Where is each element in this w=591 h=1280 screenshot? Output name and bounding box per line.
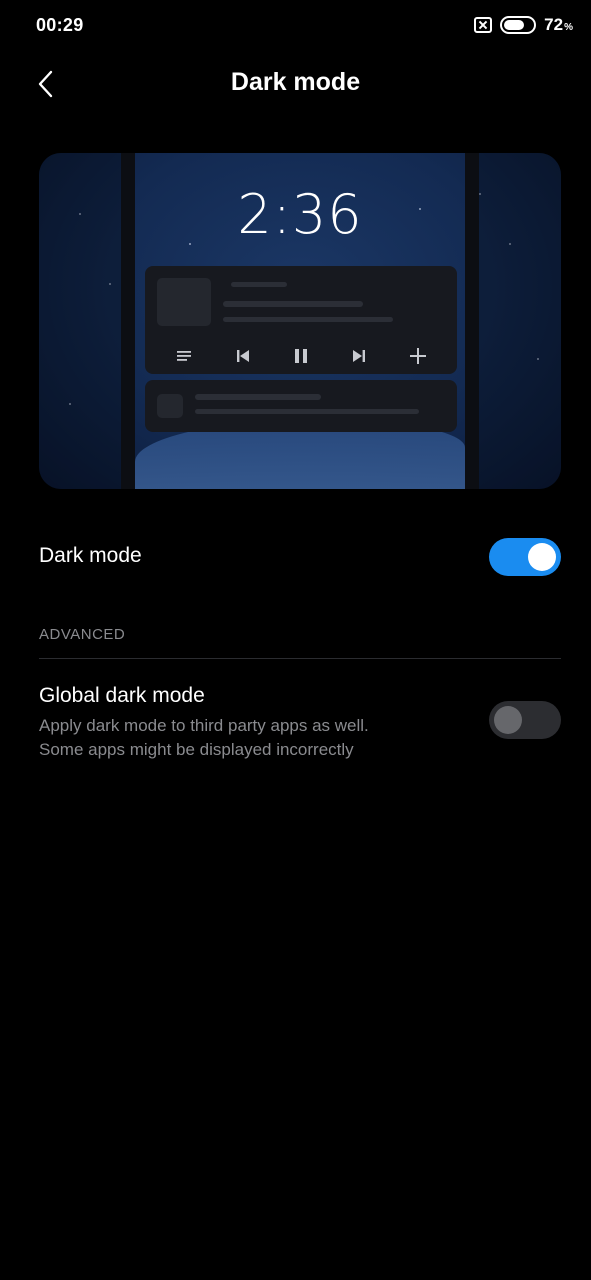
header: Dark mode: [0, 52, 591, 116]
global-dark-mode-toggle[interactable]: [489, 701, 561, 739]
toggle-knob: [528, 543, 556, 571]
previous-icon: [231, 344, 255, 368]
global-dark-mode-label: Global dark mode: [39, 684, 205, 707]
battery-level-unit: %: [564, 22, 573, 33]
preview-right-dim: [465, 153, 561, 489]
dark-mode-row[interactable]: Dark mode: [0, 528, 591, 586]
dark-mode-toggle[interactable]: [489, 538, 561, 576]
next-icon: [347, 344, 371, 368]
text-placeholder: [223, 317, 393, 322]
battery-level-value: 72: [544, 15, 564, 34]
playlist-icon: [172, 344, 196, 368]
preview-notification: [145, 380, 457, 432]
status-bar: 00:29 72%: [0, 0, 591, 52]
album-art-placeholder: [157, 278, 211, 326]
battery-level: 72%: [544, 15, 573, 35]
preview-clock: 2:36: [237, 183, 363, 246]
preview-left-bezel: [121, 153, 135, 489]
text-placeholder: [231, 282, 287, 287]
status-time: 00:29: [36, 15, 84, 35]
divider: [39, 658, 561, 659]
page-title: Dark mode: [230, 68, 361, 96]
toggle-knob: [494, 706, 522, 734]
description-line: Apply dark mode to third party apps as w…: [39, 716, 369, 735]
battery-icon: [500, 16, 537, 34]
battery-fill: [504, 20, 525, 30]
status-indicators: 72%: [474, 15, 573, 35]
media-controls: [145, 340, 457, 372]
preview-right-bezel: [465, 153, 479, 489]
plus-icon: [406, 344, 430, 368]
dark-mode-label: Dark mode: [39, 544, 142, 567]
global-dark-mode-description: Apply dark mode to third party apps as w…: [39, 714, 459, 762]
text-placeholder: [195, 394, 321, 400]
sim-x-icon: [474, 17, 493, 33]
pause-icon: [289, 344, 313, 368]
preview-music-notification: [145, 266, 457, 374]
text-placeholder: [195, 409, 419, 414]
global-dark-mode-row[interactable]: Global dark mode Apply dark mode to thir…: [0, 676, 591, 768]
description-line: Some apps might be displayed incorrectly: [39, 740, 354, 759]
advanced-section-header: ADVANCED: [39, 626, 126, 643]
text-placeholder: [223, 301, 363, 307]
app-icon-placeholder: [157, 394, 183, 418]
